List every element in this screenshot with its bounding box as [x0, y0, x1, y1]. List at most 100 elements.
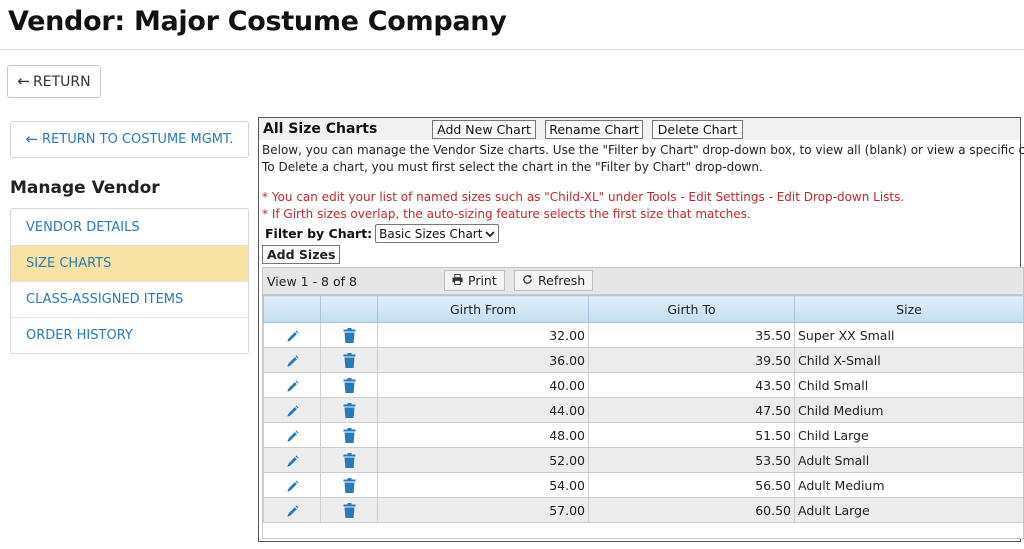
- girth-to-cell: 56.50: [588, 472, 795, 498]
- column-header-girth-from[interactable]: Girth From: [377, 295, 589, 323]
- pencil-icon[interactable]: [286, 480, 299, 493]
- table-row[interactable]: 52.00 53.50 Adult Small: [263, 447, 1023, 473]
- table-row[interactable]: 44.00 47.50 Child Medium: [263, 397, 1023, 423]
- girth-from-cell: 44.00: [377, 397, 589, 423]
- panel-title: All Size Charts: [263, 121, 378, 137]
- pencil-icon[interactable]: [286, 505, 299, 518]
- arrow-left-icon: ←: [25, 130, 39, 148]
- trash-icon[interactable]: [343, 453, 356, 468]
- return-to-costume-mgmt-label: RETURN TO COSTUME MGMT.: [42, 132, 234, 147]
- girth-from-cell: 54.00: [377, 472, 589, 498]
- delete-cell: [320, 447, 378, 473]
- girth-to-cell: 39.50: [588, 347, 795, 373]
- size-cell: Adult Medium: [794, 472, 1023, 498]
- column-header-delete: [320, 295, 378, 323]
- filter-by-chart-select[interactable]: Basic Sizes Chart: [375, 224, 500, 243]
- table-row[interactable]: 40.00 43.50 Child Small: [263, 372, 1023, 398]
- panel-header: All Size Charts Add New Chart Rename Cha…: [259, 118, 1020, 140]
- vendor-nav: VENDOR DETAILS SIZE CHARTS CLASS-ASSIGNE…: [10, 208, 249, 354]
- edit-cell: [263, 497, 321, 523]
- girth-from-cell: 57.00: [377, 497, 589, 523]
- pencil-icon[interactable]: [286, 380, 299, 393]
- sidebar-item-label: VENDOR DETAILS: [26, 219, 140, 235]
- delete-cell: [320, 347, 378, 373]
- pencil-icon[interactable]: [286, 405, 299, 418]
- chevron-down-icon: [485, 227, 496, 241]
- pencil-icon[interactable]: [286, 355, 299, 368]
- print-label: Print: [468, 273, 497, 288]
- edit-cell: [263, 422, 321, 448]
- sidebar-item-class-assigned-items[interactable]: CLASS-ASSIGNED ITEMS: [11, 281, 248, 317]
- girth-to-cell: 43.50: [588, 372, 795, 398]
- girth-to-cell: 51.50: [588, 422, 795, 448]
- trash-icon[interactable]: [343, 428, 356, 443]
- size-cell: Adult Small: [794, 447, 1023, 473]
- girth-to-cell: 60.50: [588, 497, 795, 523]
- sidebar-item-order-history[interactable]: ORDER HISTORY: [11, 317, 248, 353]
- return-button-label: RETURN: [33, 73, 91, 90]
- return-to-costume-mgmt-button[interactable]: ← RETURN TO COSTUME MGMT.: [10, 121, 249, 158]
- sidebar-item-vendor-details[interactable]: VENDOR DETAILS: [11, 209, 248, 245]
- size-cell: Child Medium: [794, 397, 1023, 423]
- manage-vendor-heading: Manage Vendor: [10, 178, 160, 198]
- size-cell: Child Small: [794, 372, 1023, 398]
- refresh-label: Refresh: [538, 273, 586, 288]
- printer-icon: [452, 273, 463, 288]
- panel-description: To Delete a chart, you must first select…: [262, 160, 763, 174]
- sizes-table: Girth From Girth To Size 32.00 35.50 Super…: [263, 295, 1023, 523]
- pencil-icon[interactable]: [286, 330, 299, 343]
- column-header-size[interactable]: Size: [794, 295, 1023, 323]
- pencil-icon[interactable]: [286, 430, 299, 443]
- table-row[interactable]: 54.00 56.50 Adult Medium: [263, 472, 1023, 498]
- trash-icon[interactable]: [343, 353, 356, 368]
- table-header-row: Girth From Girth To Size: [263, 295, 1023, 323]
- trash-icon[interactable]: [343, 328, 356, 343]
- trash-icon[interactable]: [343, 378, 356, 393]
- filter-label: Filter by Chart:: [265, 226, 373, 241]
- edit-cell: [263, 372, 321, 398]
- column-header-girth-to[interactable]: Girth To: [588, 295, 795, 323]
- sidebar-item-label: CLASS-ASSIGNED ITEMS: [26, 292, 184, 307]
- girth-from-cell: 48.00: [377, 422, 589, 448]
- size-cell: Child Large: [794, 422, 1023, 448]
- arrow-left-icon: ←: [17, 72, 30, 90]
- size-chart-grid: View 1 - 8 of 8 Print Refresh Girth From…: [262, 267, 1024, 539]
- add-new-chart-button[interactable]: Add New Chart: [432, 120, 536, 139]
- refresh-button[interactable]: Refresh: [514, 270, 594, 291]
- girth-from-cell: 36.00: [377, 347, 589, 373]
- table-row[interactable]: 32.00 35.50 Super XX Small: [263, 322, 1023, 348]
- sidebar-item-label: ORDER HISTORY: [26, 328, 133, 343]
- sidebar-item-size-charts[interactable]: SIZE CHARTS: [11, 245, 248, 281]
- delete-cell: [320, 372, 378, 398]
- trash-icon[interactable]: [343, 478, 356, 493]
- return-button[interactable]: ← RETURN: [7, 65, 101, 98]
- table-body: 32.00 35.50 Super XX Small 36.00 39.50 Child …: [263, 322, 1023, 523]
- delete-chart-button[interactable]: Delete Chart: [652, 120, 743, 139]
- edit-cell: [263, 322, 321, 348]
- pencil-icon[interactable]: [286, 455, 299, 468]
- filter-selected-value: Basic Sizes Chart: [379, 226, 483, 241]
- trash-icon[interactable]: [343, 403, 356, 418]
- girth-from-cell: 52.00: [377, 447, 589, 473]
- girth-overlap-note: * If Girth sizes overlap, the auto-sizin…: [262, 207, 751, 221]
- title-divider: [0, 49, 1024, 50]
- rename-chart-button[interactable]: Rename Chart: [545, 120, 643, 139]
- edit-cell: [263, 347, 321, 373]
- print-button[interactable]: Print: [444, 270, 505, 291]
- girth-from-cell: 40.00: [377, 372, 589, 398]
- refresh-icon: [522, 273, 533, 288]
- delete-cell: [320, 497, 378, 523]
- size-charts-panel: All Size Charts Add New Chart Rename Cha…: [258, 117, 1024, 542]
- table-row[interactable]: 48.00 51.50 Child Large: [263, 422, 1023, 448]
- trash-icon[interactable]: [343, 503, 356, 518]
- table-row[interactable]: 57.00 60.50 Adult Large: [263, 497, 1023, 523]
- girth-to-cell: 53.50: [588, 447, 795, 473]
- add-sizes-button[interactable]: Add Sizes: [262, 245, 341, 264]
- girth-to-cell: 35.50: [588, 322, 795, 348]
- size-cell: Adult Large: [794, 497, 1023, 523]
- delete-cell: [320, 397, 378, 423]
- edit-cell: [263, 472, 321, 498]
- girth-to-cell: 47.50: [588, 397, 795, 423]
- page-title: Vendor: Major Costume Company: [8, 6, 507, 37]
- table-row[interactable]: 36.00 39.50 Child X-Small: [263, 347, 1023, 373]
